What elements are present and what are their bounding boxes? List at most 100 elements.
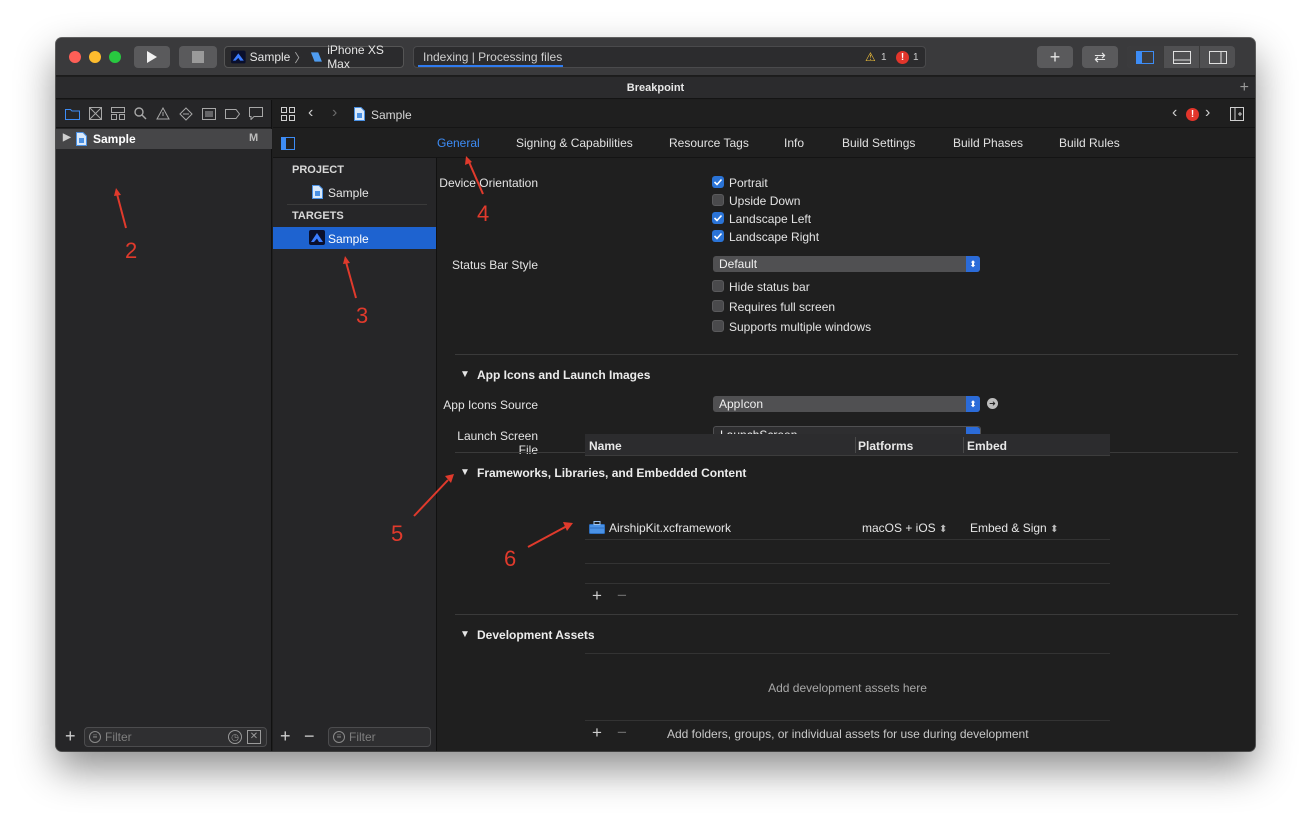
jumpbar-file-label[interactable]: Sample bbox=[371, 108, 412, 122]
code-review-button[interactable]: ⇄ bbox=[1082, 46, 1118, 68]
annotation-arrow-6 bbox=[525, 520, 575, 550]
next-issue-chevron-icon[interactable]: › bbox=[1205, 104, 1210, 122]
tab-general[interactable]: General bbox=[437, 136, 480, 150]
window-tab-title[interactable]: Breakpoint bbox=[627, 82, 684, 94]
filter-icon: ≡ bbox=[89, 731, 101, 743]
supports-multiple-windows-checkbox[interactable] bbox=[712, 320, 724, 332]
requires-full-screen-checkbox[interactable] bbox=[712, 300, 724, 312]
stop-button[interactable] bbox=[179, 46, 217, 68]
plus-icon: + bbox=[1050, 47, 1061, 68]
test-icon[interactable] bbox=[179, 107, 193, 121]
dev-assets-top-border bbox=[585, 653, 1110, 654]
activity-viewer: Indexing | Processing files ⚠ 1 ! 1 bbox=[413, 46, 926, 68]
add-asset-plus-icon[interactable]: + bbox=[592, 723, 602, 743]
status-bar-style-select[interactable]: Default ⬍ bbox=[713, 256, 980, 272]
play-icon bbox=[146, 50, 158, 64]
tab-build-rules[interactable]: Build Rules bbox=[1059, 136, 1120, 150]
section-divider bbox=[455, 614, 1238, 615]
project-item[interactable]: Sample bbox=[273, 182, 436, 202]
portrait-checkbox[interactable] bbox=[712, 176, 724, 188]
dev-assets-disclosure-icon[interactable]: ▼ bbox=[460, 629, 470, 640]
tab-build-phases[interactable]: Build Phases bbox=[953, 136, 1023, 150]
disclosure-triangle-icon[interactable]: ▶ bbox=[63, 132, 71, 143]
scheme-selector[interactable]: Sample 〉 iPhone XS Max bbox=[224, 46, 404, 68]
landscape-left-checkbox[interactable] bbox=[712, 212, 724, 224]
folder-icon[interactable] bbox=[65, 108, 80, 120]
project-item-icon bbox=[312, 185, 323, 199]
source-control-icon[interactable] bbox=[89, 107, 102, 120]
column-header-platforms[interactable]: Platforms bbox=[858, 439, 913, 453]
tab-build-settings[interactable]: Build Settings bbox=[842, 136, 915, 150]
app-icons-source-select[interactable]: AppIcon ⬍ bbox=[713, 396, 980, 412]
source-control-filter-icon[interactable]: ✕ bbox=[247, 730, 261, 744]
split-editor-icon[interactable] bbox=[1230, 107, 1244, 121]
column-header-embed[interactable]: Embed bbox=[967, 439, 1007, 453]
navigator-filter-field[interactable]: ≡ Filter ◷ ✕ bbox=[84, 727, 267, 747]
warnings-count: 1 bbox=[881, 52, 887, 63]
breakpoint-icon[interactable] bbox=[225, 109, 240, 119]
target-item-selected[interactable]: Sample bbox=[273, 227, 436, 249]
annotation-arrow-2 bbox=[111, 188, 131, 232]
warning-icon[interactable]: ⚠ bbox=[865, 50, 876, 64]
debug-icon[interactable] bbox=[202, 108, 216, 120]
supports-multiple-windows-label: Supports multiple windows bbox=[729, 320, 871, 334]
minimize-window-button[interactable] bbox=[89, 51, 101, 63]
new-tab-plus-icon[interactable]: + bbox=[1240, 77, 1249, 99]
report-icon[interactable] bbox=[249, 107, 263, 120]
back-chevron-icon[interactable]: ‹ bbox=[308, 104, 313, 122]
show-targets-sidebar-icon[interactable] bbox=[281, 137, 295, 150]
close-window-button[interactable] bbox=[69, 51, 81, 63]
go-arrow-icon[interactable]: ➜ bbox=[987, 398, 998, 409]
tab-info[interactable]: Info bbox=[784, 136, 804, 150]
navigator-toggle-button[interactable] bbox=[1127, 46, 1163, 68]
hide-status-bar-checkbox[interactable] bbox=[712, 280, 724, 292]
scheme-app-label: Sample bbox=[250, 50, 291, 64]
remove-asset-minus-icon[interactable]: − bbox=[617, 723, 627, 743]
activity-status: Indexing | Processing files bbox=[423, 50, 562, 64]
targets-filter-field[interactable]: ≡ Filter bbox=[328, 727, 431, 747]
targets-filter-icon: ≡ bbox=[333, 731, 345, 743]
forward-chevron-icon[interactable]: › bbox=[332, 104, 337, 122]
errors-count: 1 bbox=[913, 52, 919, 63]
debug-area-toggle-button[interactable] bbox=[1163, 46, 1199, 68]
platforms-popup[interactable]: macOS + iOS ⬍ bbox=[862, 521, 947, 535]
add-framework-plus-icon[interactable]: + bbox=[592, 586, 602, 606]
tab-signing-capabilities[interactable]: Signing & Capabilities bbox=[516, 136, 633, 150]
annotation-arrow-3 bbox=[341, 256, 361, 302]
inspector-toggle-button[interactable] bbox=[1199, 46, 1235, 68]
search-icon[interactable] bbox=[134, 107, 147, 120]
frameworks-disclosure-icon[interactable]: ▼ bbox=[460, 467, 470, 478]
annotation-label-3: 3 bbox=[356, 303, 368, 329]
add-target-plus-icon[interactable]: + bbox=[280, 726, 291, 747]
previous-issue-chevron-icon[interactable]: ‹ bbox=[1172, 104, 1177, 122]
zoom-window-button[interactable] bbox=[109, 51, 121, 63]
hide-status-bar-label: Hide status bar bbox=[729, 280, 810, 294]
navigator-project-row[interactable]: ▶ Sample M bbox=[56, 129, 272, 149]
run-button[interactable] bbox=[134, 46, 170, 68]
related-items-grid-icon[interactable] bbox=[281, 107, 295, 121]
symbol-icon[interactable] bbox=[111, 107, 125, 120]
jump-bar: ‹ › Sample ‹ ! › bbox=[273, 100, 1255, 128]
column-header-name[interactable]: Name bbox=[589, 439, 622, 453]
add-file-plus-icon[interactable]: + bbox=[65, 726, 76, 747]
embed-popup[interactable]: Embed & Sign ⬍ bbox=[970, 521, 1058, 535]
remove-target-minus-icon[interactable]: − bbox=[304, 726, 315, 747]
general-settings-content: 4 Device Orientation Portrait Upside Dow… bbox=[438, 158, 1255, 751]
upside-down-checkbox[interactable] bbox=[712, 194, 724, 206]
remove-framework-minus-icon[interactable]: − bbox=[617, 586, 627, 606]
issue-error-icon[interactable]: ! bbox=[1186, 108, 1199, 121]
issue-icon[interactable] bbox=[156, 107, 170, 120]
table-row[interactable]: AirshipKit.xcframework macOS + iOS ⬍ Emb… bbox=[585, 516, 1110, 540]
targets-sidebar: PROJECT Sample TARGETS Sample 3 + − ≡ Fi… bbox=[273, 158, 437, 751]
device-icon bbox=[310, 51, 323, 63]
app-icons-disclosure-icon[interactable]: ▼ bbox=[460, 369, 470, 380]
recent-files-clock-icon[interactable]: ◷ bbox=[228, 730, 242, 744]
sidebar-right-icon bbox=[1209, 51, 1227, 64]
panel-toggles bbox=[1127, 46, 1235, 68]
framework-name: AirshipKit.xcframework bbox=[609, 521, 731, 535]
project-item-label: Sample bbox=[328, 186, 369, 200]
tab-resource-tags[interactable]: Resource Tags bbox=[669, 136, 749, 150]
error-icon[interactable]: ! bbox=[896, 51, 909, 64]
landscape-right-checkbox[interactable] bbox=[712, 230, 724, 242]
library-button[interactable]: + bbox=[1037, 46, 1073, 68]
